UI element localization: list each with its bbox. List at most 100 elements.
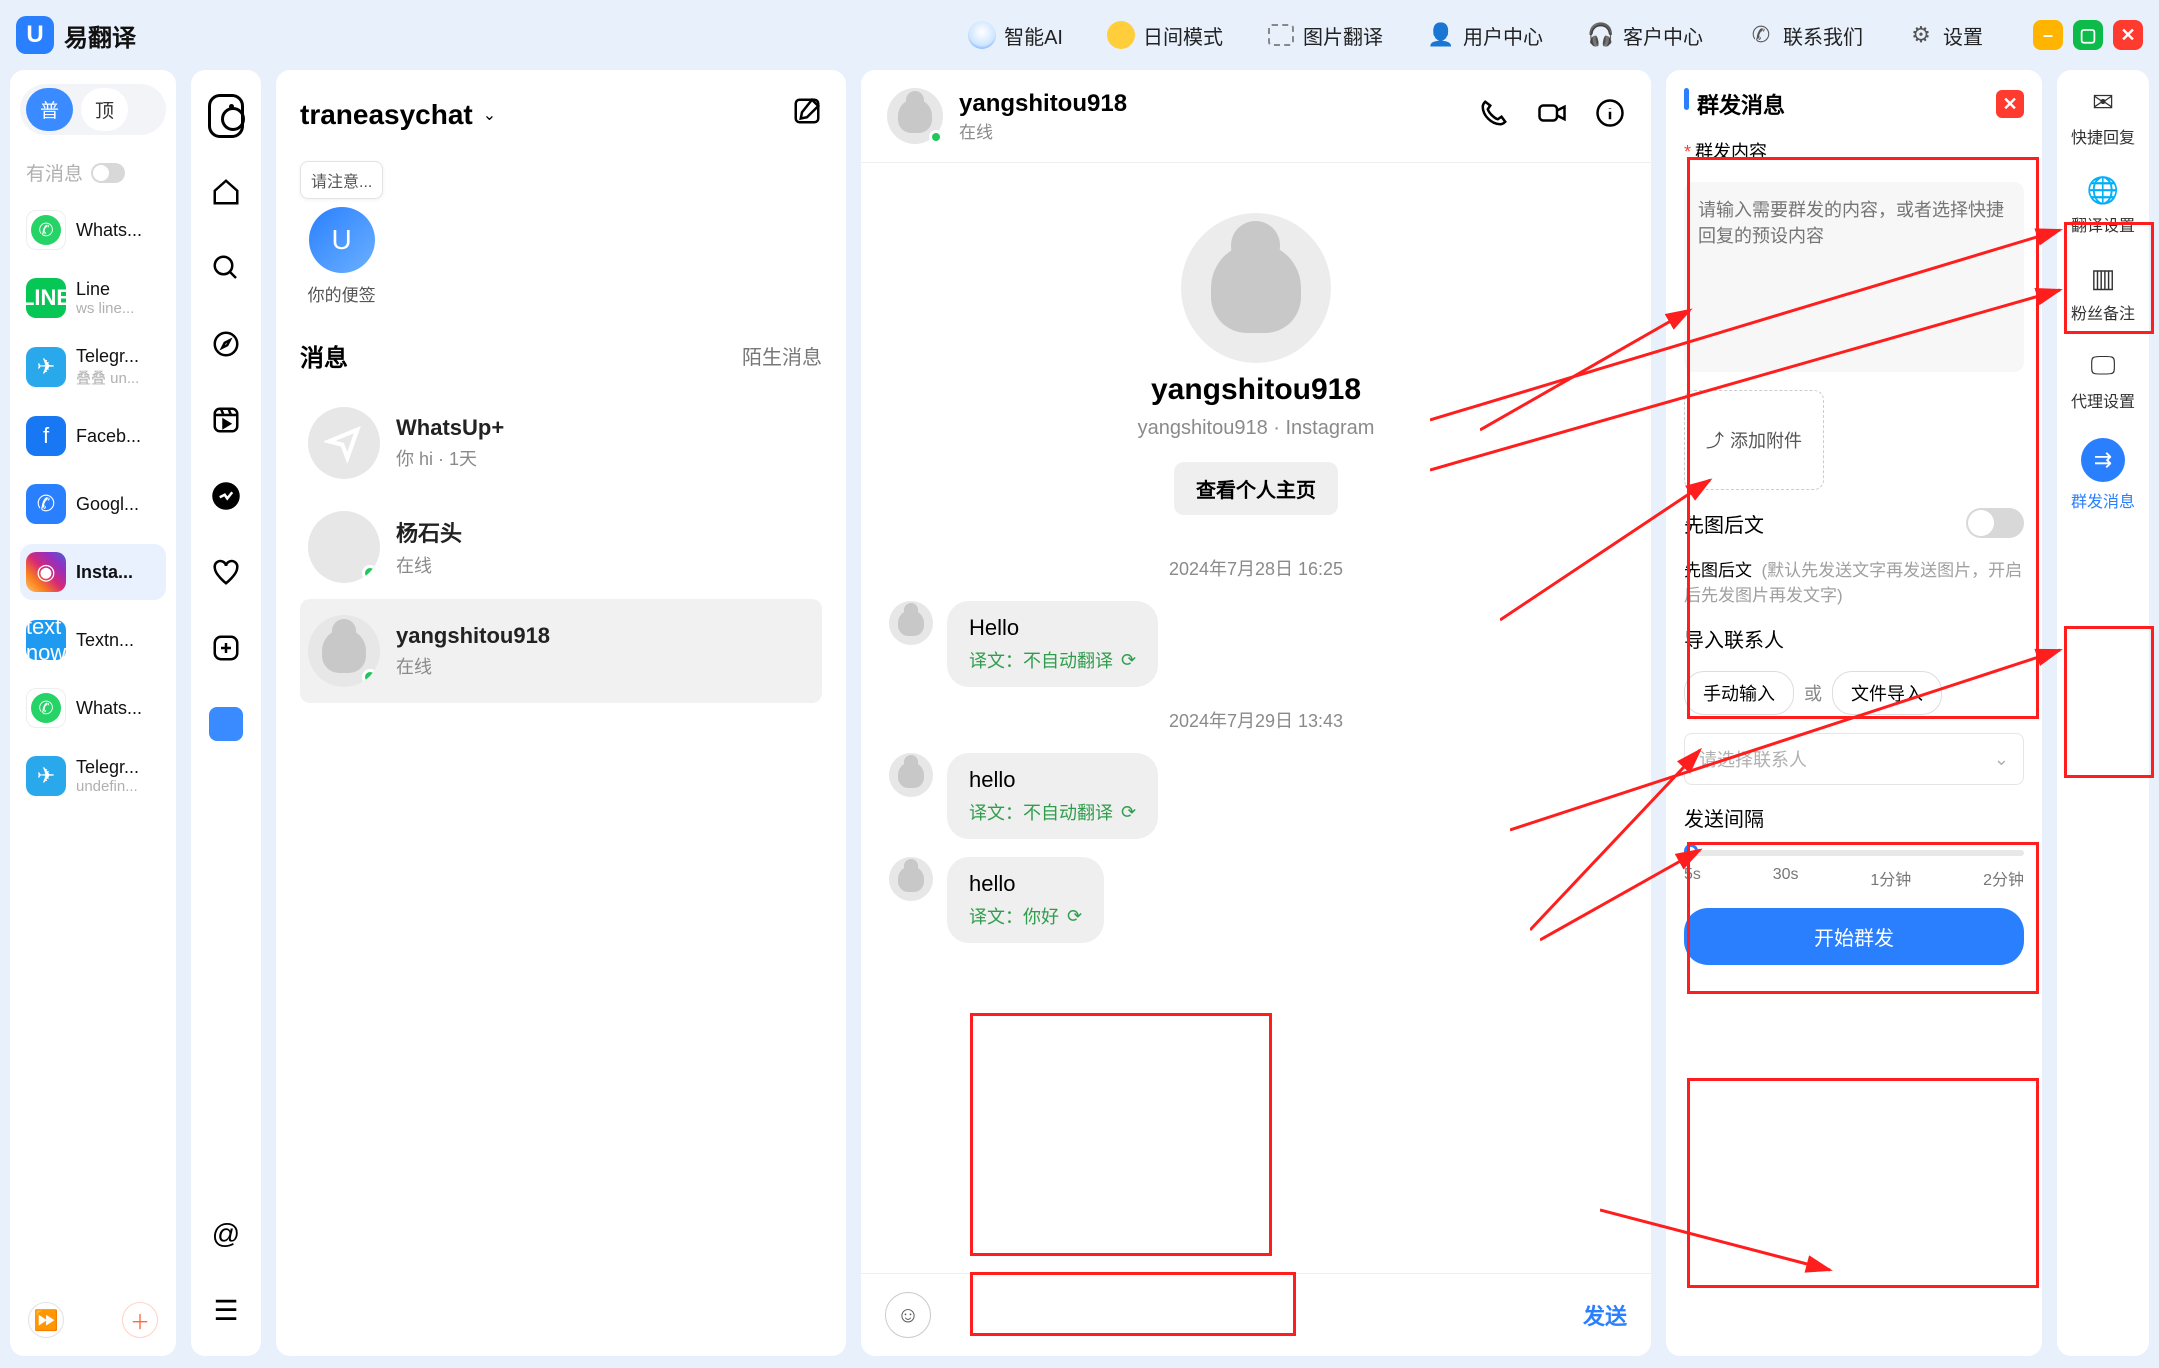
rail-instagram-logo[interactable]	[208, 98, 244, 134]
telegram-icon: ✈	[26, 347, 66, 387]
message-bubble[interactable]: hello 译文：不自动翻译⟳	[947, 753, 1158, 839]
conversation-item-whatsup[interactable]: WhatsUp+ 你 hi · 1天	[300, 391, 822, 495]
account-line[interactable]: LINE Linews line...	[20, 270, 166, 326]
video-call-button[interactable]	[1537, 98, 1567, 135]
refresh-icon[interactable]: ⟳	[1067, 906, 1082, 927]
message-input[interactable]	[951, 1304, 1563, 1327]
nav-settings[interactable]: ⚙ 设置	[1907, 21, 1983, 50]
phone-icon: ✆	[1747, 21, 1775, 49]
instagram-rail: @ ☰	[191, 70, 261, 1356]
conversation-item-yangshitou918[interactable]: yangshitou918 在线	[300, 599, 822, 703]
rail-search[interactable]	[208, 250, 244, 286]
gear-icon: ⚙	[1907, 21, 1935, 49]
gs-img-then-text-toggle[interactable]	[1966, 508, 2024, 538]
message-bubble[interactable]: Hello 译文：不自动翻译⟳	[947, 601, 1158, 687]
whatsapp-icon: ✆	[26, 688, 66, 728]
gs-attach-button[interactable]: ⤴ 添加附件	[1684, 390, 1824, 490]
rail-reels[interactable]	[208, 402, 244, 438]
pill-top[interactable]: 顶	[81, 88, 128, 131]
rr-group-send[interactable]: ⇉ 群发消息	[2071, 438, 2135, 512]
nav-image-translate-label: 图片翻译	[1303, 21, 1383, 50]
gs-close-button[interactable]: ✕	[1996, 90, 2024, 118]
message-row: hello 译文：不自动翻译⟳	[889, 753, 1623, 839]
note-card[interactable]: 请注意... U 你的便签	[300, 161, 383, 306]
account-googlevoice[interactable]: ✆ Googl...	[20, 476, 166, 532]
conversation-item-yangshitou[interactable]: 杨石头 在线	[300, 495, 822, 599]
refresh-icon[interactable]: ⟳	[1121, 802, 1136, 823]
account-whatsapp[interactable]: ✆ Whats...	[20, 202, 166, 258]
conversation-panel: traneasychat ⌄ 请注意... U 你的便签 消息 陌生消息 Wha…	[276, 70, 846, 1356]
rail-create[interactable]	[208, 630, 244, 666]
account-instagram[interactable]: ◉ Insta...	[20, 544, 166, 600]
accounts-sidebar: 普 顶 有消息 ✆ Whats... LINE Linews line... ✈…	[10, 70, 176, 1356]
nav-user-center-label: 用户中心	[1463, 21, 1543, 50]
nav-contact[interactable]: ✆ 联系我们	[1747, 21, 1863, 50]
message-row: Hello 译文：不自动翻译⟳	[889, 601, 1623, 687]
gs-content-input[interactable]	[1684, 182, 2024, 372]
online-dot-icon	[362, 565, 378, 581]
brand-name: 易翻译	[64, 18, 136, 53]
account-switcher[interactable]: traneasychat	[300, 99, 473, 131]
add-account-button[interactable]: ＋	[122, 1302, 158, 1338]
online-dot-icon	[362, 669, 378, 685]
gs-or-label: 或	[1804, 680, 1822, 706]
account-telegram-2[interactable]: ✈ Telegr...undefin...	[20, 748, 166, 804]
nav-contact-label: 联系我们	[1783, 21, 1863, 50]
nav-daymode[interactable]: 日间模式	[1107, 21, 1223, 50]
window-minimize[interactable]: –	[2033, 20, 2063, 50]
right-rail: ✉ 快捷回复 🌐 翻译设置 ▥ 粉丝备注 🖵 代理设置 ⇉ 群发消息	[2057, 70, 2149, 1356]
nav-customer-center[interactable]: 🎧 客户中心	[1587, 21, 1703, 50]
rail-threads[interactable]: @	[208, 1216, 244, 1252]
gs-contact-select[interactable]: 请选择联系人 ⌄	[1684, 733, 2024, 785]
rr-quick-reply[interactable]: ✉ 快捷回复	[2071, 86, 2135, 148]
emoji-button[interactable]: ☺	[885, 1292, 931, 1338]
rail-explore[interactable]	[208, 326, 244, 362]
profile-block: yangshitou918 yangshitou918 · Instagram …	[889, 213, 1623, 515]
account-textnow[interactable]: textnow Textn...	[20, 612, 166, 668]
stranger-messages-link[interactable]: 陌生消息	[742, 341, 822, 370]
window-maximize[interactable]: ▢	[2073, 20, 2103, 50]
conversation-avatar	[308, 511, 380, 583]
online-dot-icon	[929, 130, 943, 144]
window-close[interactable]: ✕	[2113, 20, 2143, 50]
chat-header-avatar	[887, 88, 943, 144]
gs-start-button[interactable]: 开始群发	[1684, 908, 2024, 965]
rr-translate-settings[interactable]: 🌐 翻译设置	[2071, 174, 2135, 236]
account-telegram[interactable]: ✈ Telegr...叠叠 un...	[20, 338, 166, 396]
view-profile-button[interactable]: 查看个人主页	[1174, 462, 1338, 515]
nav-ai[interactable]: 智能AI	[968, 21, 1063, 50]
message-bubble[interactable]: hello 译文：你好⟳	[947, 857, 1104, 943]
nav-customer-center-label: 客户中心	[1623, 21, 1703, 50]
compose-button[interactable]	[792, 96, 822, 133]
collapse-button[interactable]: ⏩	[28, 1302, 64, 1338]
instagram-icon: ◉	[26, 552, 66, 592]
gs-file-import-button[interactable]: 文件导入	[1832, 671, 1942, 715]
rail-u-logo[interactable]	[208, 706, 244, 742]
nav-image-translate[interactable]: 图片翻译	[1267, 21, 1383, 50]
has-message-toggle[interactable]	[91, 163, 125, 183]
chevron-down-icon[interactable]: ⌄	[483, 105, 496, 125]
globe-icon: 🌐	[2087, 174, 2119, 206]
headset-icon: 🎧	[1587, 21, 1615, 49]
rr-fans-remark[interactable]: ▥ 粉丝备注	[2071, 262, 2135, 324]
send-button[interactable]: 发送	[1583, 1299, 1627, 1331]
rail-messages[interactable]	[208, 478, 244, 514]
pill-normal[interactable]: 普	[26, 88, 73, 131]
gs-manual-input-button[interactable]: 手动输入	[1684, 671, 1794, 715]
rail-likes[interactable]	[208, 554, 244, 590]
account-facebook[interactable]: f Faceb...	[20, 408, 166, 464]
rail-menu[interactable]: ☰	[208, 1292, 244, 1328]
telegram-icon: ✈	[26, 756, 66, 796]
rr-proxy-settings[interactable]: 🖵 代理设置	[2071, 350, 2135, 412]
rail-home[interactable]	[208, 174, 244, 210]
chat-body[interactable]: yangshitou918 yangshitou918 · Instagram …	[861, 163, 1651, 1273]
nav-settings-label: 设置	[1943, 21, 1983, 50]
gs-interval-slider[interactable]: 5s 30s 1分钟 2分钟	[1684, 850, 2024, 890]
refresh-icon[interactable]: ⟳	[1121, 650, 1136, 671]
quick-reply-icon: ✉	[2087, 86, 2119, 118]
call-button[interactable]	[1479, 98, 1509, 135]
message-avatar	[889, 601, 933, 645]
info-button[interactable]	[1595, 98, 1625, 135]
account-whatsapp-2[interactable]: ✆ Whats...	[20, 680, 166, 736]
nav-user-center[interactable]: 👤 用户中心	[1427, 21, 1543, 50]
